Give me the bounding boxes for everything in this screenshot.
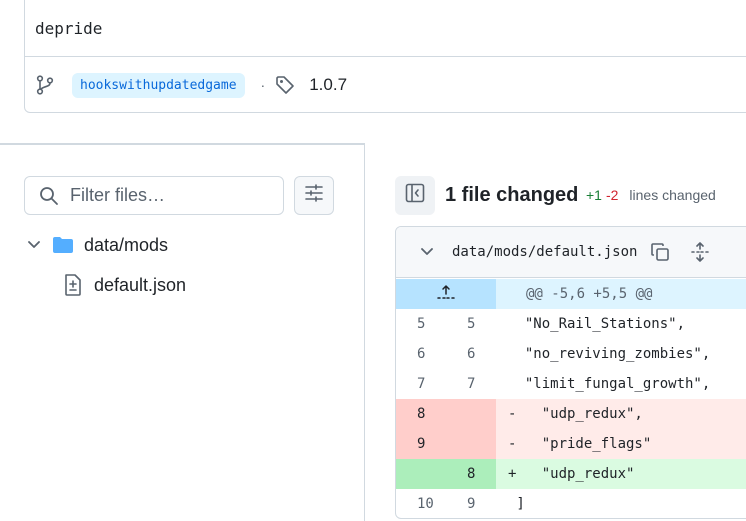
additions-count: +1	[586, 187, 602, 203]
diff-line-context: 77 "limit_fungal_growth",	[396, 369, 746, 399]
line-number-old[interactable]: 8	[396, 399, 446, 429]
commit-card: depride hookswithupdatedgame · 1.0.7	[24, 0, 746, 113]
line-code: - "udp_redux",	[496, 399, 746, 429]
expand-up-button[interactable]	[396, 279, 496, 309]
file-diff-icon	[64, 274, 84, 296]
diffstat: +1 -2 lines changed	[586, 187, 716, 203]
line-number-old[interactable]: 9	[396, 429, 446, 459]
line-number-old[interactable]: 5	[396, 309, 446, 339]
files-changed-title: 1 file changed	[445, 184, 579, 206]
pane-divider[interactable]	[364, 143, 365, 521]
line-number-old[interactable]: 7	[396, 369, 446, 399]
diff-line-add: 8 + "udp_redux"	[396, 459, 746, 489]
meta-separator: ·	[260, 77, 266, 93]
tag-label[interactable]: 1.0.7	[309, 75, 347, 95]
lines-changed-label: lines changed	[629, 187, 716, 203]
line-code: "No_Rail_Stations",	[508, 316, 686, 332]
commit-meta: hookswithupdatedgame · 1.0.7	[35, 72, 347, 98]
git-branch-icon	[35, 74, 55, 96]
hunk-header-row: @@ -5,6 +5,5 @@	[396, 279, 746, 309]
filter-files-box[interactable]	[24, 176, 284, 215]
line-number-new[interactable]	[446, 429, 496, 459]
line-number-old[interactable]	[396, 459, 446, 489]
line-number-new[interactable]: 9	[446, 489, 496, 518]
line-number-old[interactable]: 10	[396, 489, 446, 518]
diff-line-context: 10 9 ]	[396, 489, 746, 518]
commit-message: depride	[25, 0, 746, 57]
folder-label: data/mods	[84, 234, 169, 255]
line-number-new[interactable]: 7	[446, 369, 496, 399]
search-icon	[39, 185, 61, 207]
file-path[interactable]: data/mods/default.json	[452, 244, 637, 260]
line-number-new[interactable]	[446, 399, 496, 429]
file-diff-header: data/mods/default.json	[396, 227, 746, 278]
deletions-count: -2	[605, 187, 619, 203]
branch-badge[interactable]: hookswithupdatedgame	[72, 72, 245, 98]
line-number-old[interactable]: 6	[396, 339, 446, 369]
divider	[0, 143, 365, 145]
file-filter-settings-button[interactable]	[294, 176, 334, 215]
line-code: "limit_fungal_growth",	[508, 376, 711, 392]
line-number-new[interactable]: 8	[446, 459, 496, 489]
line-code: ]	[508, 496, 525, 512]
file-diff: data/mods/default.json @@ -5,6 +5,5 @@ 5…	[395, 226, 746, 519]
line-number-new[interactable]: 5	[446, 309, 496, 339]
toggle-file-tree-button[interactable]	[395, 176, 435, 215]
folder-icon	[52, 236, 74, 254]
expand-up-icon	[437, 284, 455, 304]
line-code: "no_reviving_zombies",	[508, 346, 711, 362]
chevron-down-icon[interactable]	[417, 248, 437, 256]
sidebar-collapse-icon	[405, 183, 425, 208]
file-label: default.json	[94, 274, 187, 295]
tree-file-default-json[interactable]: default.json	[64, 273, 186, 297]
diff-line-context: 66 "no_reviving_zombies",	[396, 339, 746, 369]
diff-line-del: 8 - "udp_redux",	[396, 399, 746, 429]
line-code: - "pride_flags"	[496, 429, 746, 459]
chevron-down-icon[interactable]	[26, 241, 42, 249]
tag-icon	[274, 74, 296, 96]
filter-files-input[interactable]	[70, 185, 270, 206]
unfold-icon[interactable]	[689, 241, 711, 263]
diff-line-context: 55 "No_Rail_Stations",	[396, 309, 746, 339]
tree-folder-data-mods[interactable]: data/mods	[26, 233, 168, 257]
diff-rows: @@ -5,6 +5,5 @@ 55 "No_Rail_Stations", 6 6…	[396, 279, 746, 518]
line-number-new[interactable]: 6	[446, 339, 496, 369]
sliders-icon	[304, 183, 324, 208]
copy-icon[interactable]	[649, 241, 671, 263]
diff-line-del: 9 - "pride_flags"	[396, 429, 746, 459]
hunk-header: @@ -5,6 +5,5 @@	[496, 279, 746, 309]
line-code: + "udp_redux"	[496, 459, 746, 489]
